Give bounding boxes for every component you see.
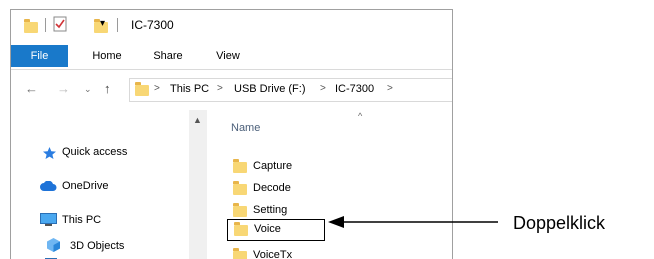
tab-view[interactable]: View [208, 45, 248, 67]
nav-pane-scrollbar[interactable]: ▲ [189, 110, 207, 259]
computer-icon [40, 213, 57, 226]
navigation-bar: ← → ⌄ ↑ > This PC > USB Drive (F:) > IC-… [11, 70, 452, 106]
folder-icon [135, 82, 149, 96]
callout-arrow [328, 216, 498, 228]
sort-ascending-icon: ^ [358, 111, 363, 121]
star-icon [43, 147, 56, 159]
folder-icon [233, 181, 247, 195]
window-title: IC-7300 [131, 18, 174, 32]
cube-icon [47, 238, 60, 252]
cloud-icon [40, 181, 57, 191]
breadcrumb-this-pc[interactable]: This PC [170, 83, 209, 95]
folder-icon [234, 222, 248, 236]
breadcrumb-ic-7300[interactable]: IC-7300 [335, 83, 374, 95]
nav-item-onedrive[interactable]: OneDrive [62, 180, 108, 192]
navigation-pane: Quick access OneDrive This PC 3D Objects [11, 110, 201, 259]
breadcrumb-separator: > [320, 83, 326, 94]
nav-item-3d-objects[interactable]: 3D Objects [70, 240, 124, 252]
folder-icon [233, 159, 247, 173]
breadcrumb-separator: > [387, 83, 393, 94]
nav-item-this-pc[interactable]: This PC [62, 214, 101, 226]
breadcrumb-usb-drive[interactable]: USB Drive (F:) [234, 83, 306, 95]
tab-share[interactable]: Share [146, 45, 190, 67]
breadcrumb-separator: > [217, 83, 223, 94]
customize-toolbar-icon[interactable]: ▾ [100, 18, 105, 29]
ribbon-tabs: File Home Share View [11, 45, 452, 70]
nav-item-quick-access[interactable]: Quick access [62, 146, 127, 158]
forward-arrow-icon[interactable]: → [57, 81, 70, 96]
address-bar[interactable]: > This PC > USB Drive (F:) > IC-7300 > [129, 78, 452, 102]
breadcrumb-separator: > [154, 83, 160, 94]
properties-icon[interactable] [53, 16, 67, 32]
divider [117, 18, 118, 32]
recent-locations-icon[interactable]: ⌄ [84, 84, 92, 95]
folder-icon [233, 203, 247, 217]
column-header-name[interactable]: Name [231, 122, 260, 134]
callout-label: Doppelklick [513, 213, 606, 233]
divider [45, 18, 46, 32]
back-arrow-icon[interactable]: ← [25, 81, 38, 96]
list-item-highlighted[interactable]: Voice [227, 219, 325, 241]
up-arrow-icon[interactable]: ↑ [104, 81, 111, 96]
folder-icon [24, 19, 38, 33]
scroll-up-icon[interactable]: ▲ [193, 115, 202, 125]
file-list: ^ Name Capture Decode Setting Voice Voic… [207, 110, 452, 259]
tab-file[interactable]: File [11, 45, 68, 67]
tab-home[interactable]: Home [85, 45, 129, 67]
title-bar: ▾ IC-7300 [11, 10, 452, 40]
